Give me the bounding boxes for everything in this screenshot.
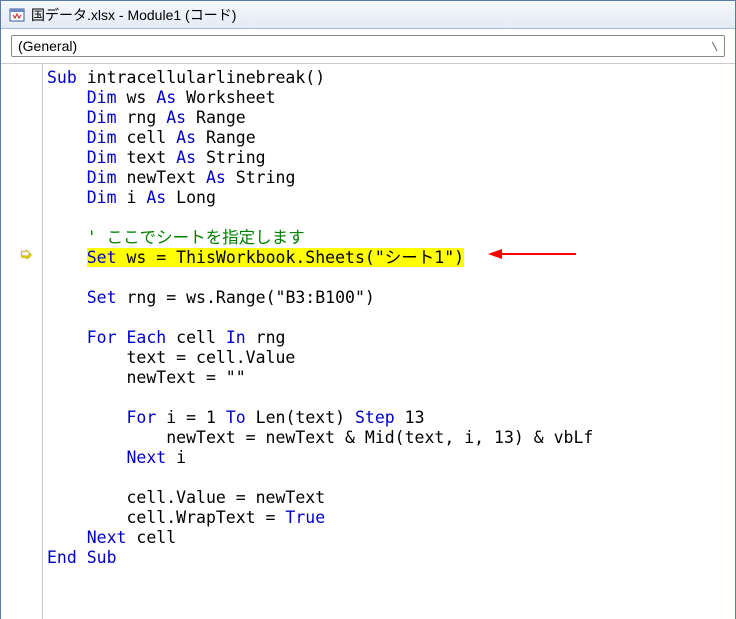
chevron-down-icon: 〵 <box>710 39 720 54</box>
code-editor[interactable]: Sub intracellularlinebreak() Dim ws As W… <box>43 64 735 619</box>
margin-gutter[interactable]: ➭ <box>1 64 43 619</box>
object-dropdown[interactable]: (General) 〵 <box>11 35 725 57</box>
code-content[interactable]: Sub intracellularlinebreak() Dim ws As W… <box>47 68 735 568</box>
titlebar: 国データ.xlsx - Module1 (コード) <box>1 1 735 29</box>
execution-pointer-icon: ➭ <box>19 247 32 263</box>
code-area: ➭ Sub intracellularlinebreak() Dim ws As… <box>1 64 735 619</box>
object-dropdown-row: (General) 〵 <box>1 29 735 64</box>
vba-module-icon <box>9 7 25 23</box>
dropdown-value: (General) <box>18 38 77 54</box>
window-title: 国データ.xlsx - Module1 (コード) <box>31 5 236 25</box>
